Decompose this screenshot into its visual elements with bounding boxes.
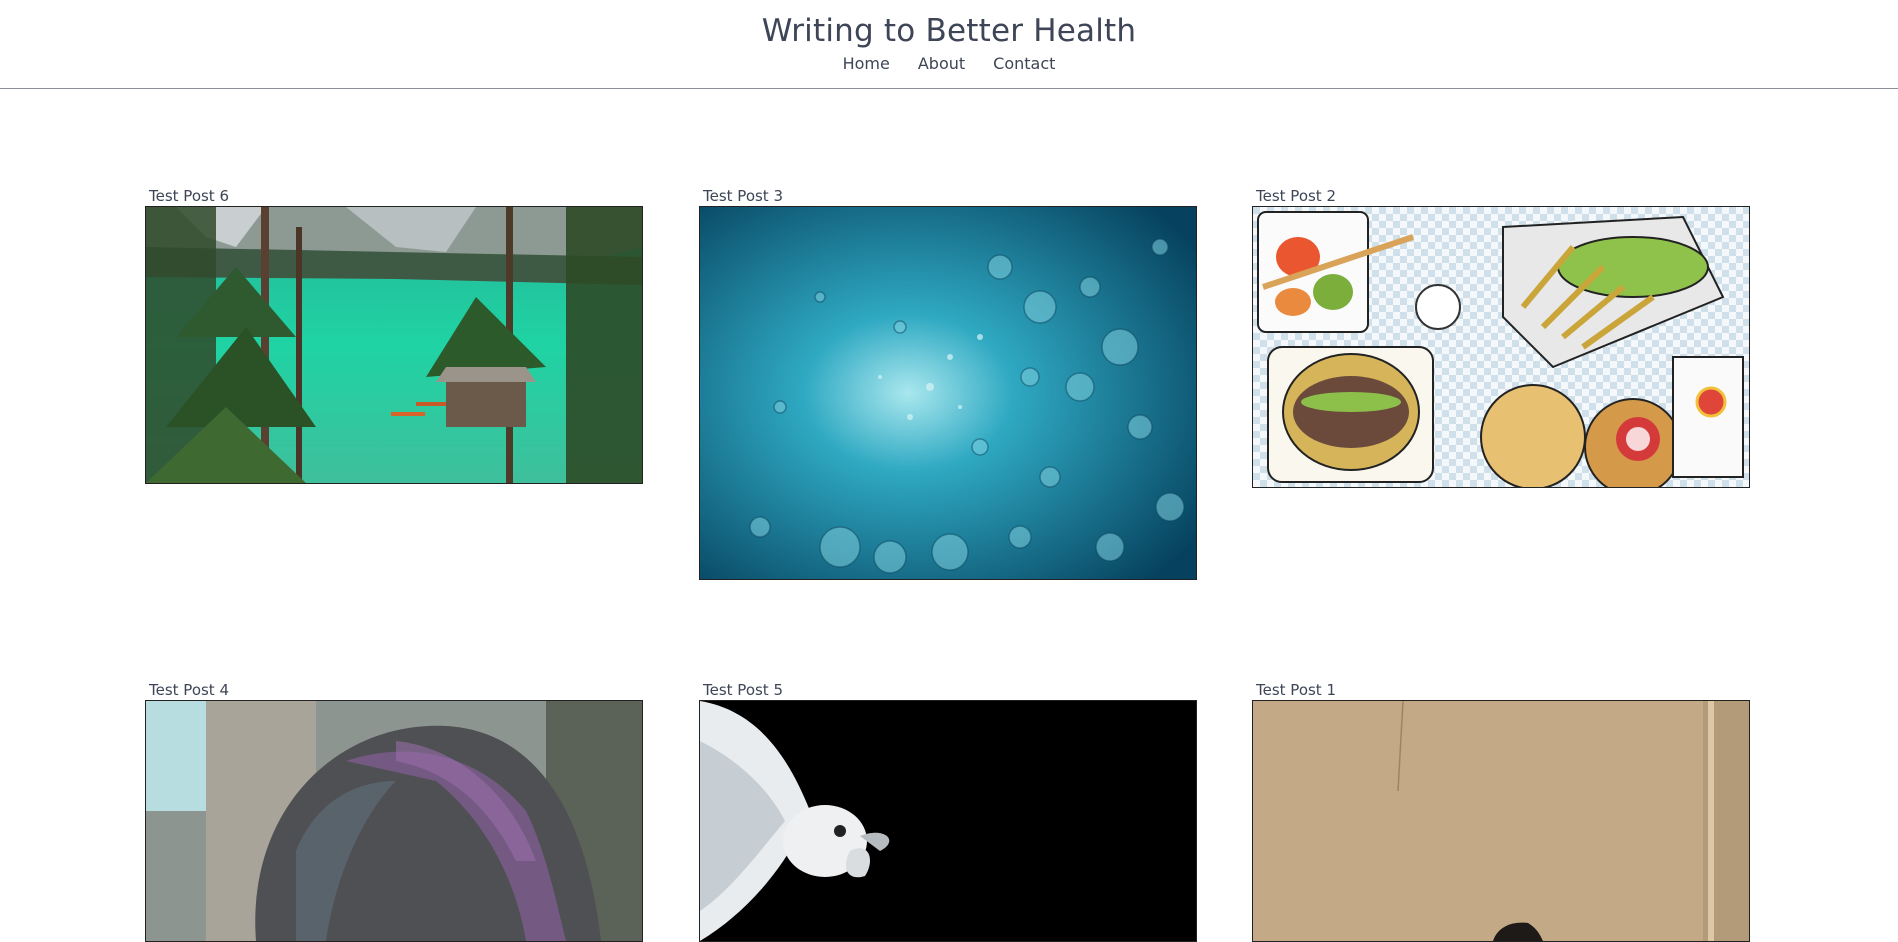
site-header: Writing to Better Health Home About Cont…: [0, 0, 1898, 89]
post-title[interactable]: Test Post 2: [1256, 187, 1336, 205]
main-nav: Home About Contact: [0, 53, 1898, 75]
site-title[interactable]: Writing to Better Health: [0, 11, 1898, 51]
nav-home-link[interactable]: Home: [843, 53, 890, 75]
alpine-lake-boathouse-image[interactable]: [145, 206, 643, 484]
post-title[interactable]: Test Post 6: [149, 187, 229, 205]
beige-wall-image[interactable]: [1252, 700, 1750, 942]
post-title[interactable]: Test Post 5: [703, 681, 783, 699]
nav-contact-link[interactable]: Contact: [993, 53, 1055, 75]
nav-about-link[interactable]: About: [918, 53, 965, 75]
post-title[interactable]: Test Post 1: [1256, 681, 1336, 699]
betta-fish-image[interactable]: [699, 700, 1197, 942]
fast-food-illustration-image[interactable]: [1252, 206, 1750, 488]
post-title[interactable]: Test Post 4: [149, 681, 229, 699]
purple-hair-image[interactable]: [145, 700, 643, 942]
post-title[interactable]: Test Post 3: [703, 187, 783, 205]
underwater-bubbles-image[interactable]: [699, 206, 1197, 580]
